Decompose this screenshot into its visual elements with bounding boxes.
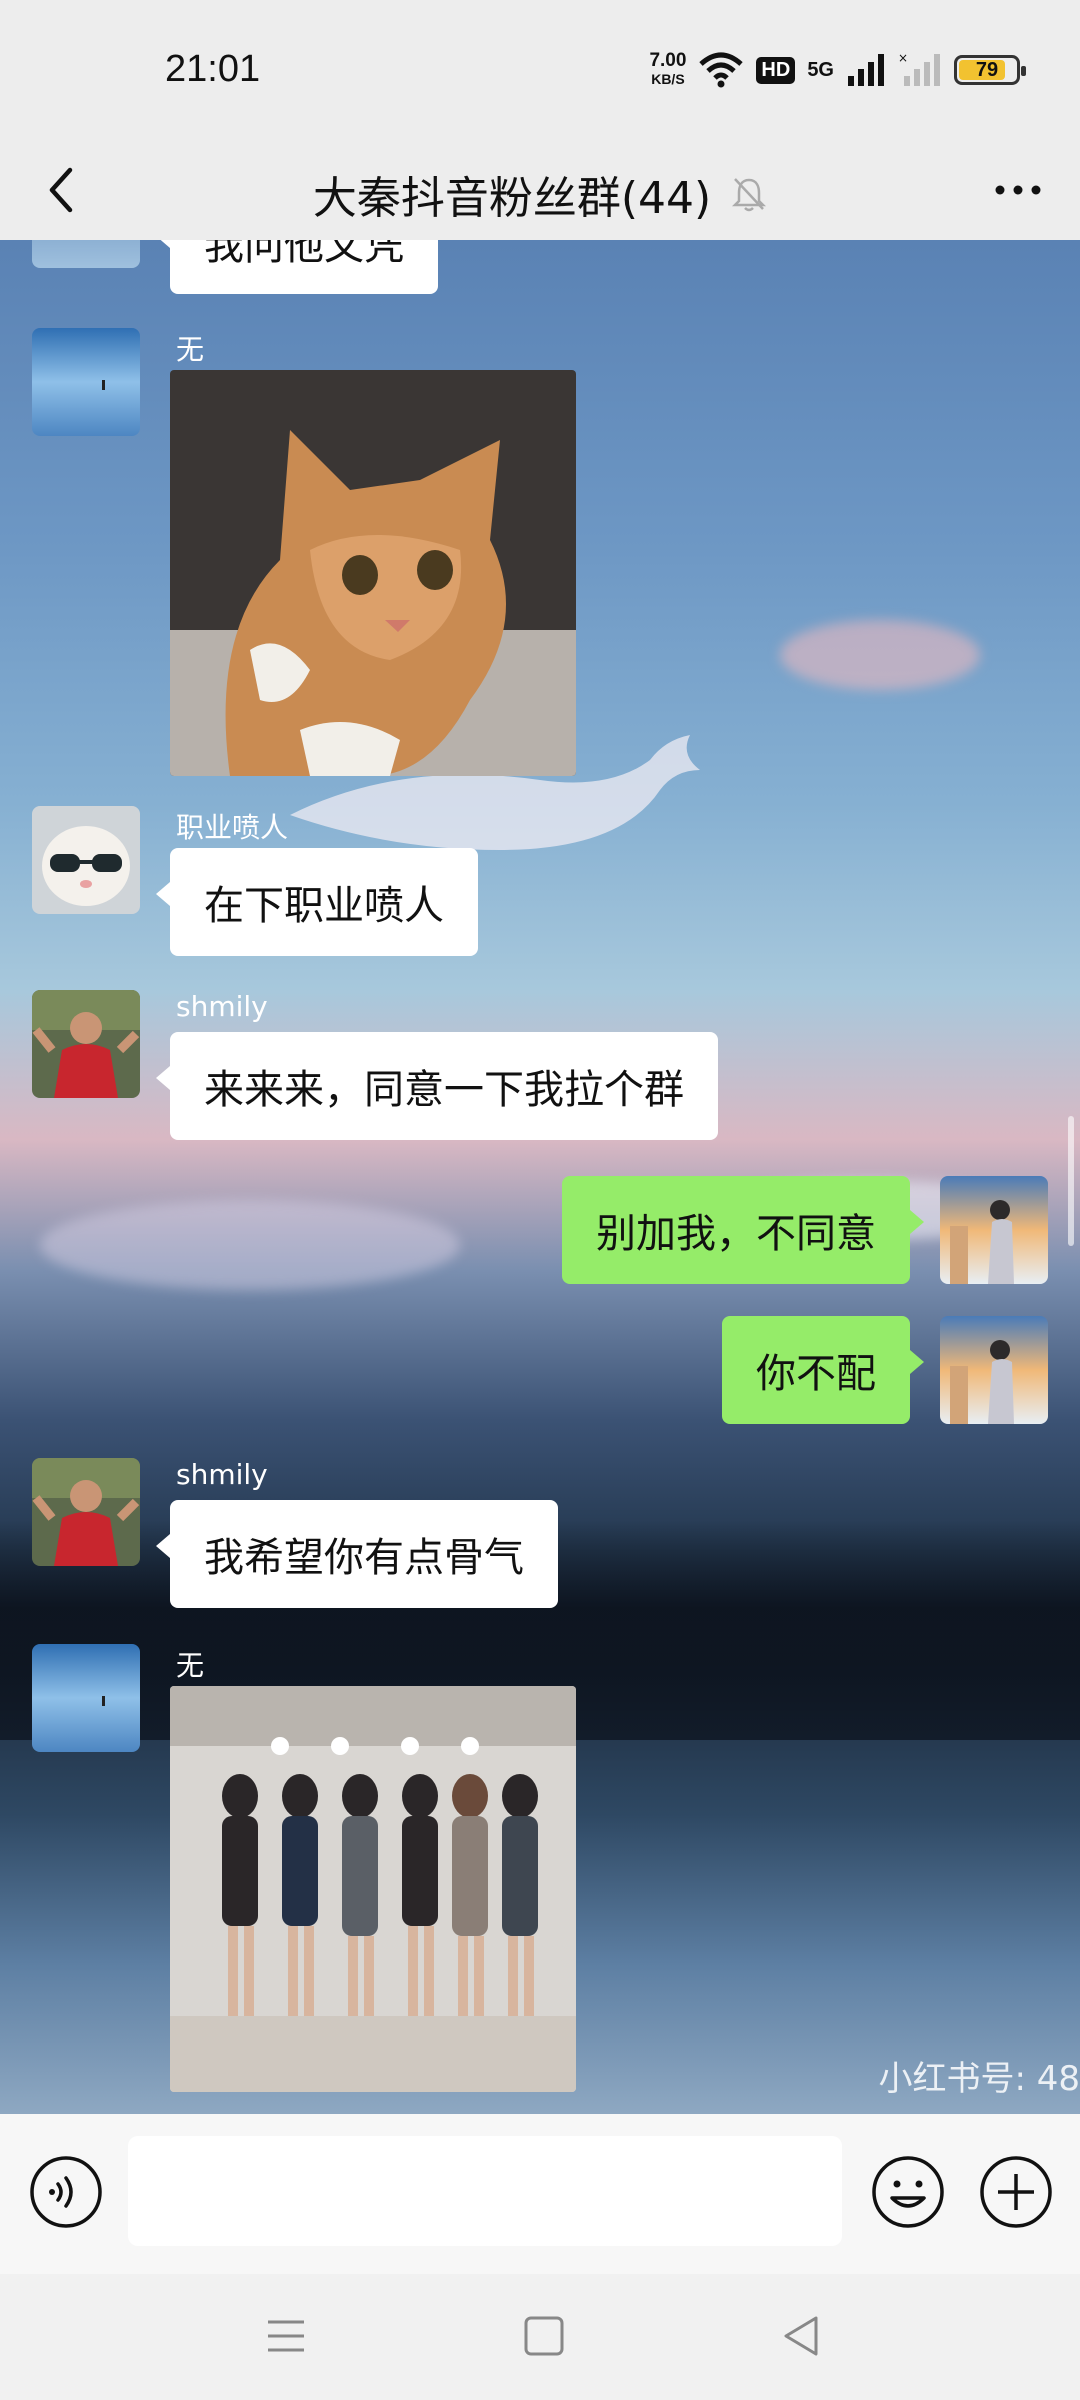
message-bubble-self[interactable]: 别加我，不同意	[562, 1176, 924, 1284]
chat-title: 大秦抖音粉丝群(44)	[312, 173, 712, 224]
avatar-image	[32, 990, 140, 1098]
sender-name: shmily	[176, 990, 268, 1023]
chat-title-area: 大秦抖音粉丝群(44)	[0, 162, 1080, 226]
network-type: 5G	[807, 58, 834, 81]
battery-level: 79	[975, 58, 999, 81]
scrollbar-thumb[interactable]	[1068, 1116, 1074, 1246]
signal-icon	[848, 54, 884, 86]
avatar-image	[32, 328, 140, 436]
system-back-icon[interactable]	[774, 2308, 830, 2364]
network-speed: 7.00 KB/S	[649, 51, 686, 89]
background-cloud	[40, 1200, 460, 1290]
avatar-self[interactable]	[940, 1316, 1048, 1424]
home-icon[interactable]	[516, 2308, 572, 2364]
cat-photo	[170, 370, 576, 776]
sender-name: 职业喷人	[176, 811, 289, 844]
message-bubble[interactable]: 我问他文凭	[156, 240, 438, 294]
wifi-icon	[699, 52, 744, 88]
message-bubble[interactable]: 在下职业喷人	[156, 848, 478, 956]
message-input[interactable]	[128, 2136, 842, 2246]
battery-icon: 79	[954, 55, 1026, 85]
svg-text:×: ×	[898, 52, 908, 65]
avatar-image	[32, 1644, 140, 1752]
message-input-bar	[0, 2114, 1080, 2274]
network-speed-value: 7.00	[649, 50, 687, 71]
system-navigation-bar	[0, 2274, 1080, 2400]
avatar[interactable]	[32, 806, 140, 914]
avatar-self[interactable]	[940, 1176, 1048, 1284]
sender-name: shmily	[176, 1458, 268, 1491]
avatar-image	[940, 1316, 1048, 1424]
message-bubble[interactable]: 来来来，同意一下我拉个群	[156, 1032, 718, 1140]
chat-message-area[interactable]: 我问他文凭 无 职业喷人 在下职业喷人 shmily 来来来，同意一下我拉个群 …	[0, 240, 1080, 2114]
network-speed-unit: KB/S	[651, 71, 685, 87]
emoji-icon[interactable]	[870, 2154, 946, 2230]
message-bubble-self[interactable]: 你不配	[722, 1316, 924, 1424]
image-message-cat[interactable]	[170, 370, 576, 776]
more-options-icon[interactable]	[986, 158, 1050, 222]
status-bar: 21:01 7.00 KB/S HD 5G × 79	[0, 0, 1080, 140]
avatar[interactable]	[32, 1644, 140, 1752]
avatar[interactable]	[32, 328, 140, 436]
avatar[interactable]	[32, 990, 140, 1098]
avatar-image	[940, 1176, 1048, 1284]
recent-apps-icon[interactable]	[258, 2308, 314, 2364]
mute-bell-icon	[732, 178, 767, 212]
sender-name: 无	[176, 333, 205, 366]
voice-input-icon[interactable]	[28, 2154, 104, 2230]
avatar-image	[32, 806, 140, 914]
background-cloud	[780, 620, 980, 690]
image-message-group-photo[interactable]	[170, 1686, 576, 2092]
status-time: 21:01	[165, 48, 261, 90]
more-actions-plus-icon[interactable]	[978, 2154, 1054, 2230]
message-bubble[interactable]: 我希望你有点骨气	[156, 1500, 558, 1608]
signal-weak-icon: ×	[898, 52, 940, 86]
chat-header: 大秦抖音粉丝群(44)	[0, 140, 1080, 240]
group-photo	[170, 1686, 576, 2092]
watermark: 小红书号: 48	[878, 2059, 1080, 2099]
status-icons: 7.00 KB/S HD 5G × 79	[649, 44, 1026, 96]
sender-name: 无	[176, 1649, 205, 1682]
hd-badge: HD	[756, 56, 796, 84]
avatar-image	[32, 1458, 140, 1566]
avatar[interactable]	[32, 1458, 140, 1566]
avatar[interactable]	[32, 240, 140, 268]
